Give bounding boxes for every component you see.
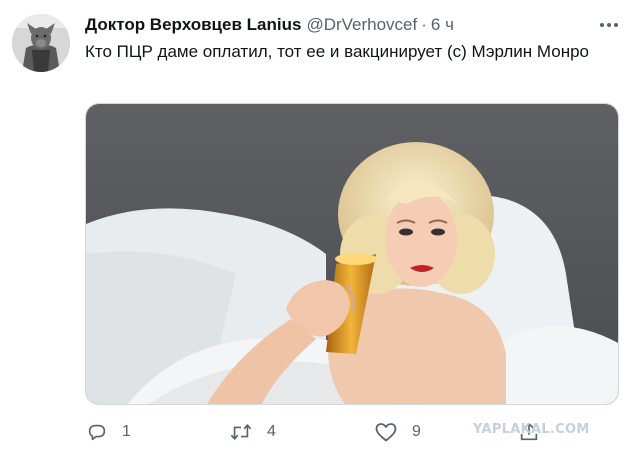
reply-icon [88,424,106,441]
like-button[interactable]: 9 [374,418,421,446]
tweet-header: Доктор Верховцев Lanius @DrVerhovcef · 6… [85,14,454,36]
reply-count: 1 [122,423,131,440]
tweet-media-image[interactable] [85,103,619,405]
separator-dot: · [421,15,427,34]
photo-woman-in-bed [86,104,618,404]
retweet-icon [230,424,252,440]
more-button[interactable] [596,14,622,36]
watermark: YAPLAKAL.COM [473,422,590,437]
avatar[interactable] [12,14,70,72]
tweet-timestamp[interactable]: 6 ч [431,14,454,36]
retweet-count: 4 [267,423,276,440]
avatar-image [12,14,70,72]
reply-button[interactable]: 1 [86,418,131,446]
author-display-name[interactable]: Доктор Верховцев Lanius [85,14,301,36]
tweet: Доктор Верховцев Lanius @DrVerhovcef · 6… [0,0,640,459]
author-handle[interactable]: @DrVerhovcef [306,14,417,36]
tweet-text: Кто ПЦР даме оплатил, тот ее и вакциниру… [85,42,590,61]
heart-icon [375,423,397,442]
retweet-button[interactable]: 4 [229,418,276,446]
more-icon [600,23,618,27]
like-count: 9 [412,423,421,440]
